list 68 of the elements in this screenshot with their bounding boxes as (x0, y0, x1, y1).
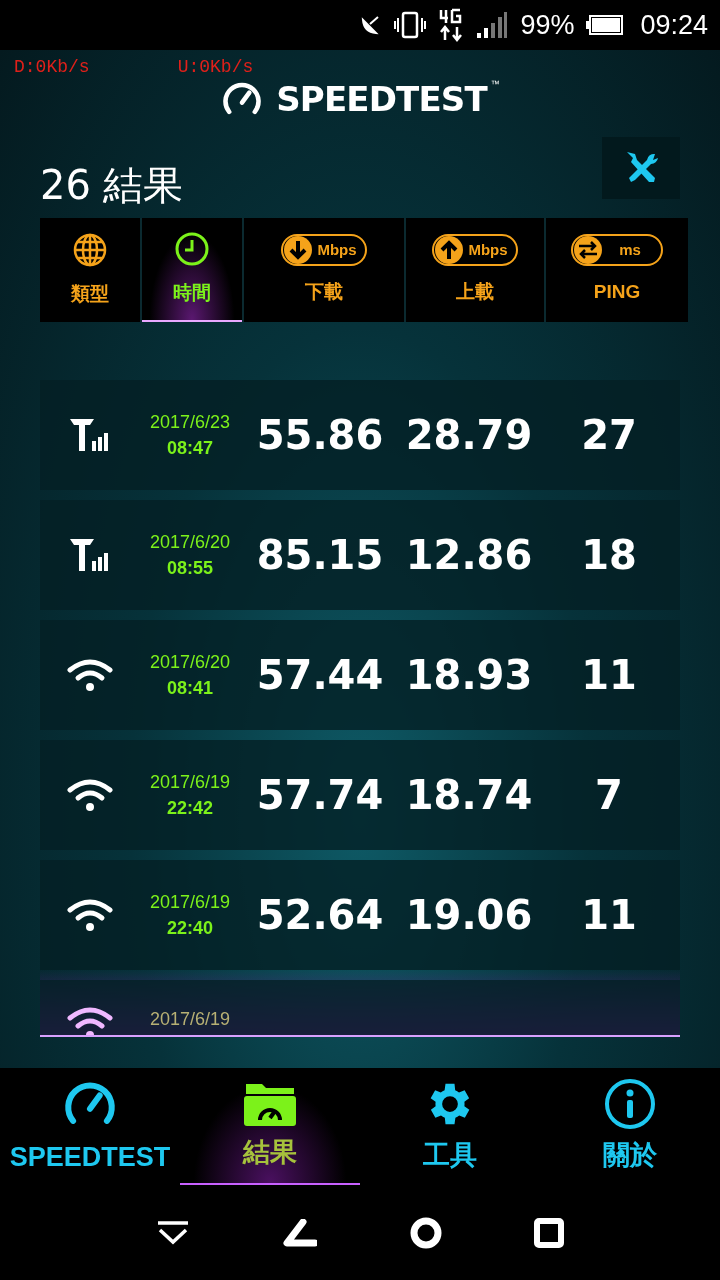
nav-tab[interactable]: 關於 (540, 1068, 720, 1185)
download-speed: 57.44 (255, 651, 385, 700)
sort-tab[interactable]: 類型 (40, 218, 140, 322)
result-row[interactable]: 2017/6/19 (40, 980, 680, 1035)
ping-value: 7 (594, 771, 624, 820)
ping-value: 11 (580, 891, 638, 940)
download-speed: 57.74 (255, 771, 385, 820)
test-time: 22:40 (166, 917, 213, 940)
nav-tab[interactable]: SPEEDTEST (0, 1068, 180, 1185)
upload-unit-pill: Mbps (432, 233, 518, 266)
vibrate-icon (394, 11, 427, 39)
test-time: 08:47 (166, 437, 213, 460)
test-time: 08:55 (166, 557, 213, 580)
collapse-icon[interactable] (155, 1219, 190, 1246)
upload-speed: 28.79 (404, 411, 534, 460)
back-icon[interactable] (281, 1218, 318, 1247)
result-row[interactable]: 2017/6/20 08:41 57.44 18.93 11 (40, 620, 680, 730)
test-date: 2017/6/23 (149, 411, 231, 434)
clock-time: 09:24 (640, 8, 708, 42)
result-row[interactable]: 2017/6/19 22:40 52.64 19.06 11 (40, 860, 680, 970)
wifi-icon (66, 898, 114, 932)
download-speed: 52.64 (255, 891, 385, 940)
clock-icon (174, 230, 210, 267)
upload-speed: 18.93 (404, 651, 534, 700)
battery-percent: 99% (520, 8, 575, 42)
wifi-icon (66, 778, 114, 812)
signal-icon (476, 11, 509, 39)
download-speed: 55.86 (255, 411, 385, 460)
results-title: 結果 (102, 162, 183, 209)
test-time: 22:42 (166, 797, 213, 820)
trademark: ™ (490, 77, 500, 91)
ping-unit-pill: ms (571, 233, 663, 266)
test-date: 2017/6/19 (149, 771, 231, 794)
sort-tab[interactable]: ms PING (546, 218, 688, 322)
result-row[interactable]: 2017/6/23 08:47 55.86 28.79 27 (40, 380, 680, 490)
upload-speed: 12.86 (404, 531, 534, 580)
sort-tab[interactable]: 時間 (142, 218, 242, 322)
network-4g-icon (438, 8, 465, 42)
ping-value: 27 (580, 411, 638, 460)
globe-icon (72, 231, 108, 268)
home-icon[interactable] (408, 1215, 443, 1250)
upload-speed: 19.06 (404, 891, 534, 940)
upload-rate: U:0Kb/s (177, 56, 254, 79)
test-date: 2017/6/20 (149, 651, 231, 674)
test-date: 2017/6/19 (149, 891, 231, 914)
test-date: 2017/6/19 (149, 1008, 231, 1031)
download-rate: D:0Kb/s (14, 56, 90, 79)
recents-icon[interactable] (534, 1217, 565, 1248)
swap-arrows-icon (573, 234, 604, 265)
ping-value: 18 (580, 531, 638, 580)
battery-icon (586, 14, 625, 36)
test-time: 08:41 (166, 677, 213, 700)
logo-text: SPEEDTEST (276, 77, 487, 121)
info-icon (603, 1077, 657, 1132)
wifi-icon (66, 658, 114, 692)
wifi-icon (66, 1006, 114, 1035)
ping-value: 11 (580, 651, 638, 700)
result-row[interactable]: 2017/6/20 08:55 85.15 12.86 18 (40, 500, 680, 610)
test-date: 2017/6/20 (149, 531, 231, 554)
sort-tab[interactable]: Mbps 上載 (406, 218, 544, 322)
sort-tab[interactable]: Mbps 下載 (244, 218, 404, 322)
result-count: 26 (40, 161, 91, 210)
download-unit-pill: Mbps (281, 233, 367, 266)
upload-speed: 18.74 (404, 771, 534, 820)
download-speed: 85.15 (255, 531, 385, 580)
result-row[interactable]: 2017/6/19 22:42 57.74 18.74 7 (40, 740, 680, 850)
tools-button[interactable] (602, 137, 680, 199)
nav-tab[interactable]: 工具 (360, 1068, 540, 1185)
